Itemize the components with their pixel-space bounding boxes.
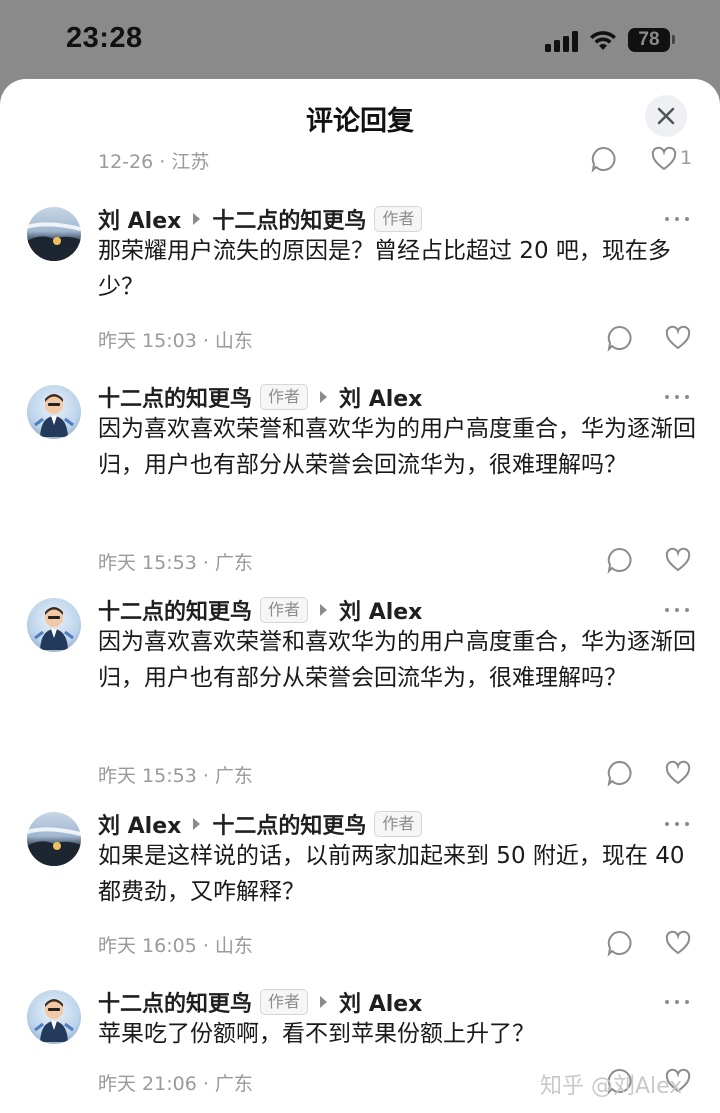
comment-header: 刘 Alex 十二点的知更鸟 作者 xyxy=(98,201,423,237)
avatar[interactable] xyxy=(27,385,81,439)
comment-text: 因为喜欢喜欢荣誉和喜欢华为的用户高度重合，华为逐渐回归，用户也有部分从荣誉会回流… xyxy=(98,629,696,691)
like-icon[interactable] xyxy=(664,324,692,352)
sheet-title: 评论回复 xyxy=(306,106,414,137)
battery-cap xyxy=(672,35,675,44)
reply-to-name[interactable]: 刘 Alex xyxy=(339,594,422,626)
comment-header: 十二点的知更鸟 作者 刘 Alex xyxy=(98,984,422,1020)
author-name[interactable]: 十二点的知更鸟 xyxy=(98,986,252,1018)
watermark: 知乎 @刘Alex xyxy=(540,1074,683,1099)
more-options-button[interactable] xyxy=(663,602,691,618)
reply-icon[interactable] xyxy=(606,546,634,574)
reply-icon[interactable] xyxy=(590,145,618,173)
like-icon[interactable] xyxy=(664,546,692,574)
cellular-signal-icon xyxy=(545,30,579,52)
reply-arrow-icon xyxy=(320,996,328,1008)
reply-to-name[interactable]: 刘 Alex xyxy=(339,381,422,413)
more-options-button[interactable] xyxy=(663,816,691,832)
more-options-button[interactable] xyxy=(663,994,691,1010)
comment-meta: 12-26 · 江苏 xyxy=(98,151,210,173)
status-time: 23:28 xyxy=(66,22,143,54)
avatar[interactable] xyxy=(27,598,81,652)
author-name[interactable]: 刘 Alex xyxy=(98,808,181,840)
avatar[interactable] xyxy=(27,207,81,261)
more-options-button[interactable] xyxy=(663,211,691,227)
comment-reply-sheet: 评论回复 12-26 · 江苏 1 刘 Alex 十二点的知更鸟 作者 那荣耀用户流失… xyxy=(0,79,720,1113)
comment-text: 苹果吃了份额啊，看不到苹果份额上升了？ xyxy=(98,1021,535,1047)
comment-meta: 昨天 16:05 · 山东 xyxy=(98,935,253,957)
more-options-button[interactable] xyxy=(663,389,691,405)
avatar[interactable] xyxy=(27,812,81,866)
author-name[interactable]: 十二点的知更鸟 xyxy=(98,381,252,413)
comment-meta: 昨天 15:03 · 山东 xyxy=(98,330,253,352)
status-bar: 23:28 78 xyxy=(0,0,720,80)
like-icon[interactable] xyxy=(664,929,692,957)
battery-icon: 78 xyxy=(628,28,670,52)
comment-meta: 昨天 15:53 · 广东 xyxy=(98,765,253,787)
wifi-icon xyxy=(590,31,616,50)
like-icon[interactable] xyxy=(650,145,678,173)
author-tag: 作者 xyxy=(374,206,423,232)
reply-to-name[interactable]: 十二点的知更鸟 xyxy=(212,808,366,840)
author-tag: 作者 xyxy=(260,989,309,1015)
comment-meta: 昨天 15:53 · 广东 xyxy=(98,552,253,574)
reply-arrow-icon xyxy=(193,818,201,830)
previous-comment-footer: 12-26 · 江苏 1 xyxy=(0,141,720,175)
author-name[interactable]: 刘 Alex xyxy=(98,203,181,235)
avatar[interactable] xyxy=(27,990,81,1044)
author-tag: 作者 xyxy=(260,384,309,410)
reply-arrow-icon xyxy=(193,213,201,225)
author-tag: 作者 xyxy=(260,597,309,623)
reply-icon[interactable] xyxy=(606,324,634,352)
author-tag: 作者 xyxy=(374,811,423,837)
reply-arrow-icon xyxy=(320,604,328,616)
reply-icon[interactable] xyxy=(606,759,634,787)
comment-header: 十二点的知更鸟 作者 刘 Alex xyxy=(98,592,422,628)
like-count: 1 xyxy=(680,147,693,169)
reply-to-name[interactable]: 刘 Alex xyxy=(339,986,422,1018)
comment-header: 十二点的知更鸟 作者 刘 Alex xyxy=(98,379,422,415)
close-button[interactable] xyxy=(645,95,687,137)
author-name[interactable]: 十二点的知更鸟 xyxy=(98,594,252,626)
like-icon[interactable] xyxy=(664,759,692,787)
comment-header: 刘 Alex 十二点的知更鸟 作者 xyxy=(98,806,423,842)
close-icon xyxy=(657,107,675,125)
comment-text: 如果是这样说的话，以前两家加起来到 50 附近，现在 40 都费劲，又咋解释？ xyxy=(98,843,685,905)
reply-icon[interactable] xyxy=(606,929,634,957)
comment-text: 那荣耀用户流失的原因是？曾经占比超过 20 吧，现在多少？ xyxy=(98,238,671,300)
reply-to-name[interactable]: 十二点的知更鸟 xyxy=(212,203,366,235)
reply-arrow-icon xyxy=(320,391,328,403)
comment-meta: 昨天 21:06 · 广东 xyxy=(98,1073,253,1095)
comment-text: 因为喜欢喜欢荣誉和喜欢华为的用户高度重合，华为逐渐回归，用户也有部分从荣誉会回流… xyxy=(98,416,696,478)
